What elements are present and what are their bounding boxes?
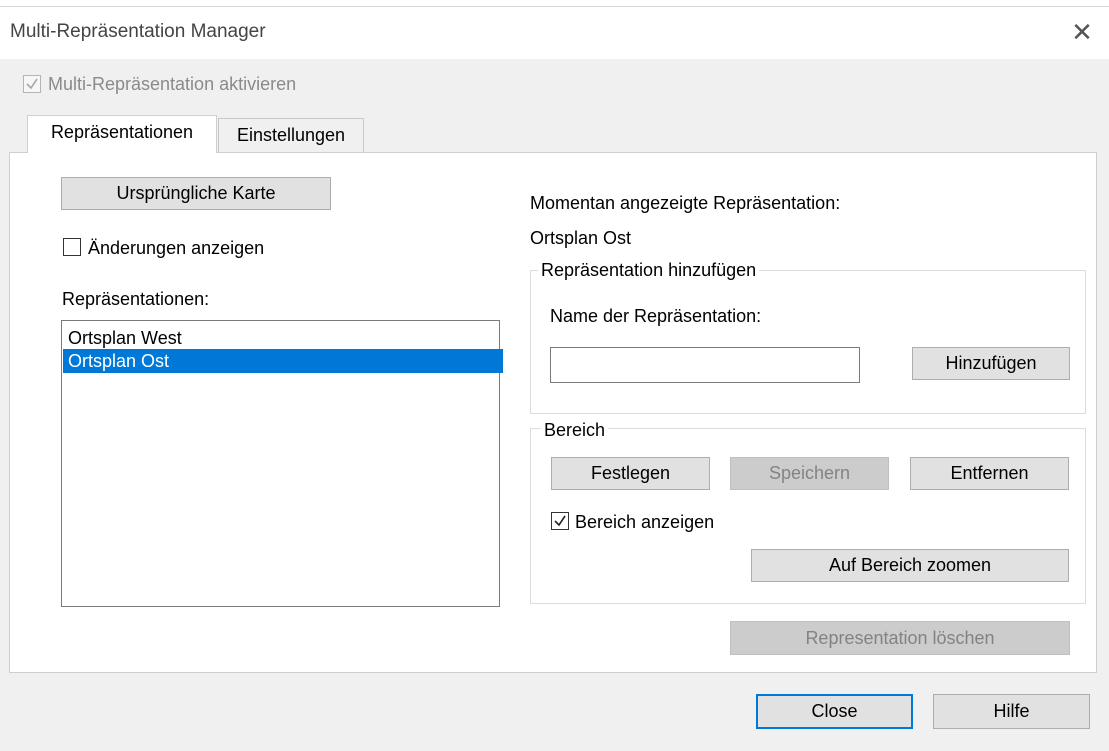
remove-area-button[interactable]: Entfernen xyxy=(910,457,1069,490)
checkmark-icon xyxy=(26,78,38,90)
add-button[interactable]: Hinzufügen xyxy=(912,347,1070,380)
save-area-button[interactable]: Speichern xyxy=(730,457,889,490)
representations-list-label: Repräsentationen: xyxy=(62,289,210,309)
tab-repraesentationen[interactable]: Repräsentationen xyxy=(27,115,217,153)
representations-listbox[interactable]: Ortsplan West Ortsplan Ost xyxy=(61,320,503,607)
current-representation-value: Ortsplan Ost xyxy=(530,228,632,248)
show-area-label: Bereich anzeigen xyxy=(575,512,715,532)
representation-name-input[interactable] xyxy=(550,347,860,383)
show-changes-checkbox[interactable] xyxy=(63,238,81,256)
add-representation-group-title: Repräsentation hinzufügen xyxy=(538,259,760,281)
show-area-checkbox[interactable] xyxy=(551,512,569,530)
window-top-edge xyxy=(0,0,1109,7)
zoom-to-area-button[interactable]: Auf Bereich zoomen xyxy=(751,549,1069,582)
close-icon[interactable]: ✕ xyxy=(1067,15,1097,49)
checkmark-icon xyxy=(554,515,566,527)
enable-multi-representation-label: Multi-Repräsentation aktivieren xyxy=(48,74,297,94)
tab-einstellungen[interactable]: Einstellungen xyxy=(218,118,364,152)
window-title: Multi-Repräsentation Manager xyxy=(10,21,266,42)
help-button[interactable]: Hilfe xyxy=(933,694,1090,729)
close-button[interactable]: Close xyxy=(756,694,913,729)
add-representation-group xyxy=(530,270,1086,414)
list-item-selected[interactable]: Ortsplan Ost xyxy=(63,349,503,373)
title-bar: Multi-Repräsentation Manager ✕ xyxy=(0,7,1109,59)
area-group-title: Bereich xyxy=(541,419,609,441)
list-item[interactable]: Ortsplan West xyxy=(63,326,503,350)
show-changes-label: Änderungen anzeigen xyxy=(88,238,265,258)
representation-name-label: Name der Repräsentation: xyxy=(550,306,762,326)
enable-multi-representation-checkbox[interactable] xyxy=(23,75,41,93)
set-area-button[interactable]: Festlegen xyxy=(551,457,710,490)
current-representation-label: Momentan angezeigte Repräsentation: xyxy=(530,193,841,213)
original-map-button[interactable]: Ursprüngliche Karte xyxy=(61,177,331,210)
delete-representation-button[interactable]: Representation löschen xyxy=(730,621,1070,655)
